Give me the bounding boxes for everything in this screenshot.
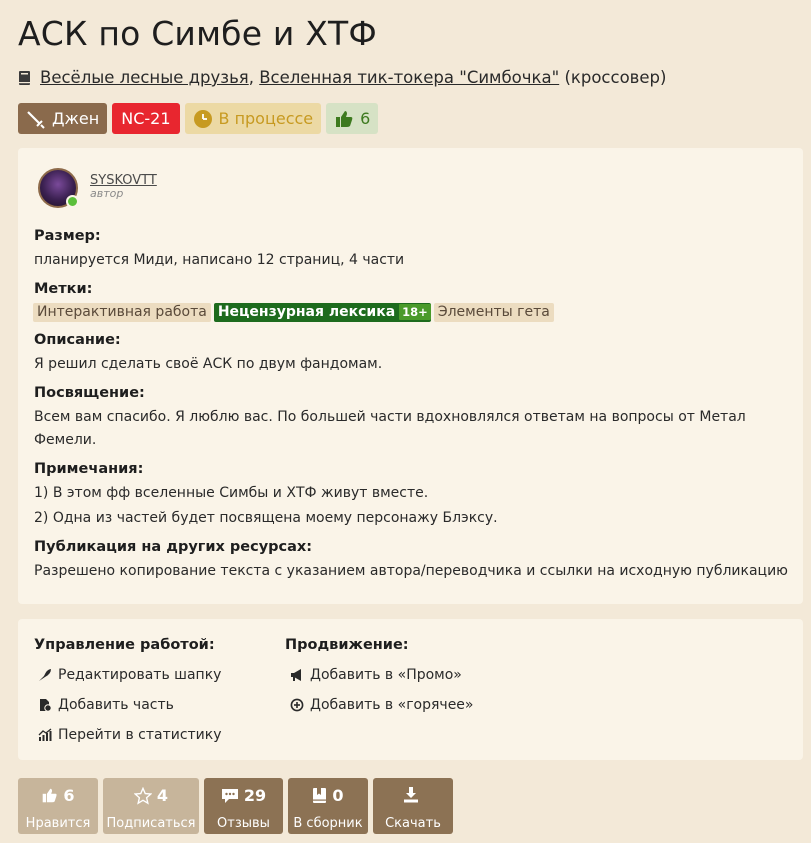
download-button[interactable]: Скачать [373,778,453,834]
status-badge[interactable]: В процессе [184,103,322,134]
subscribe-button[interactable]: 4 Подписаться [103,778,199,834]
statistics-label: Перейти в статистику [58,727,222,743]
like-count: 6 [63,786,75,805]
file-add-icon [40,699,52,712]
notes-text-line2: 2) Одна из частей будет посвящена моему … [34,510,498,526]
management-card: Управление работой: Редактировать шапку … [18,619,803,760]
thumbs-up-icon [43,788,58,803]
plus-circle-icon [290,698,304,712]
collection-count: 0 [332,786,344,805]
tag-profanity-label: Нецензурная лексика [217,304,396,320]
statistics-link[interactable]: Перейти в статистику [38,727,222,743]
tags-heading: Метки: [34,281,93,297]
fandom-separator: , [248,68,260,87]
avatar[interactable] [38,168,79,208]
dedication-heading: Посвящение: [34,385,145,401]
clock-icon [193,109,212,128]
edit-header-label: Редактировать шапку [58,667,222,683]
rating-badge[interactable]: NC-21 [112,103,180,134]
dedication-text-line2: Фемели. [34,432,97,448]
description-heading: Описание: [34,332,121,348]
crossover-label: (кроссовер) [559,68,667,87]
author-block: SYSKOVTT автор [38,168,157,208]
reviews-label: Отзывы [217,816,270,831]
download-icon [403,787,418,803]
status-label: В процессе [218,109,314,128]
likes-badge[interactable]: 6 [326,103,379,134]
fandom-link-2[interactable]: Вселенная тик-токера "Симбочка" [259,68,559,87]
download-label: Скачать [385,816,441,831]
tags-list: Интерактивная работа Нецензурная лексика… [33,303,554,322]
action-buttons-bar: 6 Нравится 4 Подписаться 29 Отзывы 0 В с… [18,778,453,834]
tag-profanity[interactable]: Нецензурная лексика 18+ [213,303,431,322]
direction-badge[interactable]: Джен [18,103,108,134]
author-role: автор [90,187,124,201]
feather-icon [39,669,51,681]
comment-icon [221,788,238,803]
star-icon [133,786,152,805]
book-icon [19,70,30,85]
notes-heading: Примечания: [34,461,144,477]
dedication-text-line1: Всем вам спасибо. Я люблю вас. По больше… [34,409,746,425]
add-promo-link[interactable]: Добавить в «Промо» [290,667,462,683]
info-card: SYSKOVTT автор Размер: планируется Миди,… [18,148,803,604]
notes-text-line1: 1) В этом фф вселенные Симбы и ХТФ живут… [34,485,429,501]
megaphone-icon [291,669,301,681]
thumbs-up-icon [336,110,353,127]
sword-icon [27,110,45,129]
fandoms-line: Весёлые лесные друзья , Вселенная тик-то… [18,68,666,87]
subscribe-label: Подписаться [106,816,196,831]
collection-label: В сборник [293,816,363,831]
collection-button[interactable]: 0 В сборник [288,778,368,834]
rating-label: NC-21 [121,109,171,128]
fandom-link-1[interactable]: Весёлые лесные друзья [40,68,249,87]
tag-het[interactable]: Элементы гета [433,303,554,322]
add-part-label: Добавить часть [58,697,174,713]
page-title: АСК по Симбе и ХТФ [18,14,378,53]
reviews-button[interactable]: 29 Отзывы [204,778,283,834]
publication-heading: Публикация на других ресурсах: [34,539,313,555]
add-hot-label: Добавить в «горячее» [310,697,474,713]
chart-icon [38,728,52,741]
work-management-heading: Управление работой: [34,637,215,653]
online-indicator [66,195,79,208]
badges-row: Джен NC-21 В процессе 6 [18,103,379,134]
direction-label: Джен [52,109,100,128]
description-text: Я решил сделать своё АСК по двум фандома… [34,356,383,372]
size-text: планируется Миди, написано 12 страниц, 4… [34,252,405,268]
tag-interactive[interactable]: Интерактивная работа [33,303,211,322]
subscribe-count: 4 [156,786,169,805]
promotion-heading: Продвижение: [285,637,409,653]
author-name-link[interactable]: SYSKOVTT [90,174,157,188]
publication-text: Разрешено копирование текста с указанием… [34,563,788,579]
add-promo-label: Добавить в «Промо» [310,667,462,683]
reviews-count: 29 [243,786,267,805]
add-part-link[interactable]: Добавить часть [38,697,174,713]
like-label: Нравится [25,816,91,831]
add-hot-link[interactable]: Добавить в «горячее» [290,697,473,713]
age-badge: 18+ [399,304,431,320]
like-button[interactable]: 6 Нравится [18,778,98,834]
size-heading: Размер: [34,228,101,244]
likes-count: 6 [360,109,371,128]
edit-header-link[interactable]: Редактировать шапку [38,667,221,683]
bookmark-book-icon [313,788,327,803]
